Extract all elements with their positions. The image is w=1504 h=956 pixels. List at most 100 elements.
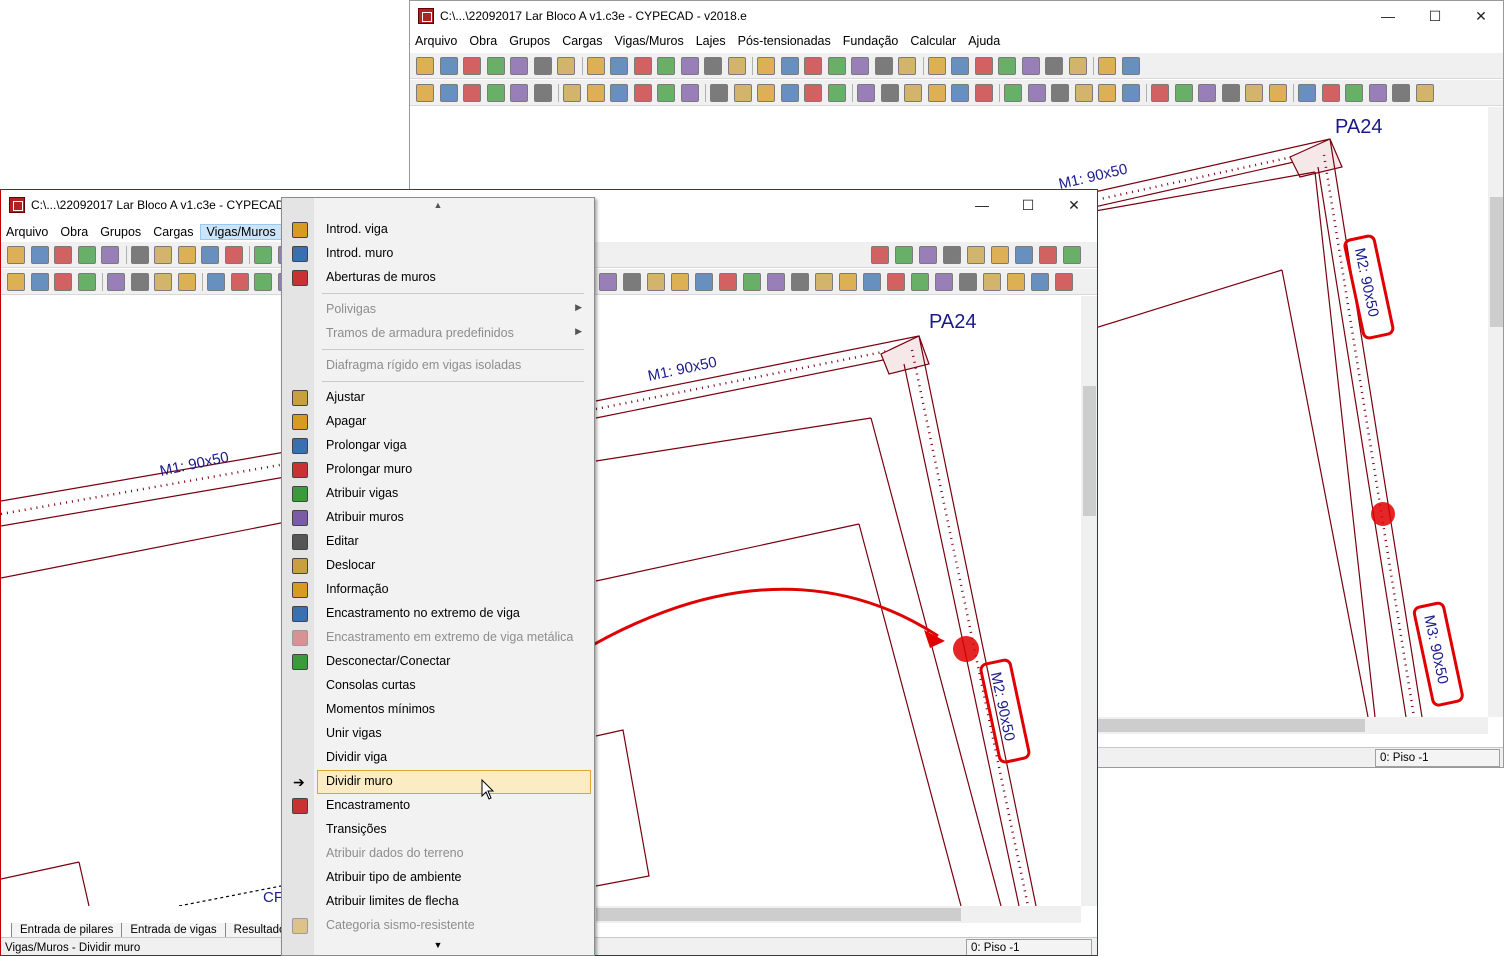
toolbar-tool-icon[interactable] [780, 84, 799, 102]
toolbar-tool-icon[interactable] [919, 246, 937, 264]
toolbar-tool-icon[interactable] [657, 84, 675, 102]
toolbar-tool-icon[interactable] [1015, 246, 1033, 264]
front-menu-obra[interactable]: Obra [55, 225, 95, 239]
toolbar-tool-icon[interactable] [943, 246, 961, 264]
toolbar-tool-icon[interactable] [935, 273, 953, 291]
toolbar-tool-icon[interactable] [1063, 246, 1081, 264]
toolbar-tool-icon[interactable] [54, 273, 72, 291]
toolbar-tool-icon[interactable] [887, 273, 905, 291]
toolbar-tool-icon[interactable] [1031, 273, 1049, 291]
toolbar-tool-icon[interactable] [727, 57, 746, 75]
menu-item-prolongar-muro[interactable]: Prolongar muro [282, 458, 594, 482]
menu-item-atribuir-vigas[interactable]: Atribuir vigas [282, 482, 594, 506]
toolbar-tool-icon[interactable] [827, 84, 846, 102]
toolbar-tool-icon[interactable] [974, 57, 993, 75]
toolbar-tool-icon[interactable] [791, 273, 809, 291]
toolbar-tool-icon[interactable] [107, 273, 125, 291]
menu-item-momentos-minimos[interactable]: Momentos mínimos [282, 698, 594, 722]
menu-item-aberturas-de-muros[interactable]: Aberturas de muros [282, 266, 594, 290]
front-menu-cargas[interactable]: Cargas [148, 225, 200, 239]
toolbar-tool-icon[interactable] [230, 273, 249, 291]
toolbar-tool-icon[interactable] [804, 84, 822, 102]
toolbar-tool-icon[interactable] [224, 246, 243, 264]
menu-item-consolas-curtas[interactable]: Consolas curtas [282, 674, 594, 698]
menu-item-informacao[interactable]: Informação [282, 578, 594, 602]
front-minimize-button[interactable]: — [959, 190, 1005, 220]
menu-item-introd-viga[interactable]: Introd. viga [282, 218, 594, 242]
menu-item-apagar[interactable]: Apagar [282, 410, 594, 434]
toolbar-tool-icon[interactable] [898, 57, 916, 75]
menu-scroll-up-icon[interactable]: ▲ [282, 200, 594, 214]
toolbar-tool-icon[interactable] [30, 273, 49, 291]
toolbar-tool-icon[interactable] [130, 246, 149, 264]
toolbar-tool-icon[interactable] [851, 57, 869, 75]
toolbar-tool-icon[interactable] [207, 273, 225, 291]
menu-item-encastramento-no-extremo-de-viga[interactable]: Encastramento no extremo de viga [282, 602, 594, 626]
toolbar-tool-icon[interactable] [991, 246, 1009, 264]
menu-item-desconectar-conectar[interactable]: Desconectar/Conectar [282, 650, 594, 674]
toolbar-tool-icon[interactable] [1345, 84, 1363, 102]
toolbar-tool-icon[interactable] [416, 57, 434, 75]
toolbar-tool-icon[interactable] [647, 273, 665, 291]
toolbar-tool-icon[interactable] [533, 84, 552, 102]
toolbar-tool-icon[interactable] [695, 273, 713, 291]
toolbar-tool-icon[interactable] [710, 84, 728, 102]
toolbar-tool-icon[interactable] [1068, 57, 1087, 75]
toolbar-tool-icon[interactable] [671, 273, 689, 291]
toolbar-tool-icon[interactable] [1045, 57, 1063, 75]
toolbar-tool-icon[interactable] [1098, 84, 1116, 102]
menu-item-atribuir-limites-de-flecha[interactable]: Atribuir limites de flecha [282, 890, 594, 914]
toolbar-tool-icon[interactable] [154, 246, 172, 264]
back-menu-calcular[interactable]: Calcular [905, 34, 963, 48]
toolbar-tool-icon[interactable] [599, 273, 617, 291]
toolbar-tool-icon[interactable] [804, 57, 822, 75]
toolbar-tool-icon[interactable] [1174, 84, 1193, 102]
toolbar-tool-icon[interactable] [1051, 84, 1069, 102]
front-maximize-button[interactable]: ☐ [1005, 190, 1051, 220]
toolbar-tool-icon[interactable] [857, 84, 875, 102]
back-close-button[interactable]: ✕ [1458, 1, 1503, 31]
toolbar-tool-icon[interactable] [1268, 84, 1287, 102]
toolbar-tool-icon[interactable] [510, 57, 528, 75]
toolbar-tool-icon[interactable] [967, 246, 985, 264]
front-horizontal-scrollbar[interactable] [596, 906, 1081, 923]
toolbar-tool-icon[interactable] [463, 57, 481, 75]
toolbar-tool-icon[interactable] [998, 57, 1016, 75]
toolbar-tool-icon[interactable] [533, 57, 552, 75]
toolbar-tool-icon[interactable] [1074, 84, 1093, 102]
menu-item-unir-vigas[interactable]: Unir vigas [282, 722, 594, 746]
toolbar-tool-icon[interactable] [439, 57, 458, 75]
toolbar-tool-icon[interactable] [201, 246, 219, 264]
toolbar-tool-icon[interactable] [1121, 57, 1140, 75]
toolbar-tool-icon[interactable] [680, 57, 699, 75]
back-menu-ajuda[interactable]: Ajuda [963, 34, 1007, 48]
menu-item-ajustar[interactable]: Ajustar [282, 386, 594, 410]
toolbar-tool-icon[interactable] [101, 246, 119, 264]
toolbar-tool-icon[interactable] [610, 57, 628, 75]
toolbar-tool-icon[interactable] [486, 57, 505, 75]
toolbar-tool-icon[interactable] [154, 273, 172, 291]
front-close-button[interactable]: ✕ [1051, 190, 1097, 220]
toolbar-tool-icon[interactable] [1245, 84, 1263, 102]
toolbar-tool-icon[interactable] [254, 273, 272, 291]
menu-item-transicoes[interactable]: Transições [282, 818, 594, 842]
toolbar-tool-icon[interactable] [983, 273, 1001, 291]
front-menu-grupos[interactable]: Grupos [95, 225, 148, 239]
toolbar-tool-icon[interactable] [767, 273, 785, 291]
toolbar-tool-icon[interactable] [904, 84, 922, 102]
toolbar-tool-icon[interactable] [77, 273, 96, 291]
toolbar-tool-icon[interactable] [1121, 84, 1140, 102]
toolbar-tool-icon[interactable] [704, 57, 722, 75]
back-menu-p-s-tensionadas[interactable]: Pós-tensionadas [733, 34, 838, 48]
toolbar-tool-icon[interactable] [951, 84, 969, 102]
back-menu-vigas-muros[interactable]: Vigas/Muros [609, 34, 690, 48]
menu-item-atribuir-muros[interactable]: Atribuir muros [282, 506, 594, 530]
toolbar-tool-icon[interactable] [1021, 57, 1040, 75]
toolbar-tool-icon[interactable] [839, 273, 857, 291]
toolbar-tool-icon[interactable] [827, 57, 846, 75]
toolbar-tool-icon[interactable] [1415, 84, 1434, 102]
menu-item-editar[interactable]: Editar [282, 530, 594, 554]
menu-item-atribuir-tipo-de-ambiente[interactable]: Atribuir tipo de ambiente [282, 866, 594, 890]
toolbar-tool-icon[interactable] [1368, 84, 1387, 102]
toolbar-tool-icon[interactable] [895, 246, 913, 264]
